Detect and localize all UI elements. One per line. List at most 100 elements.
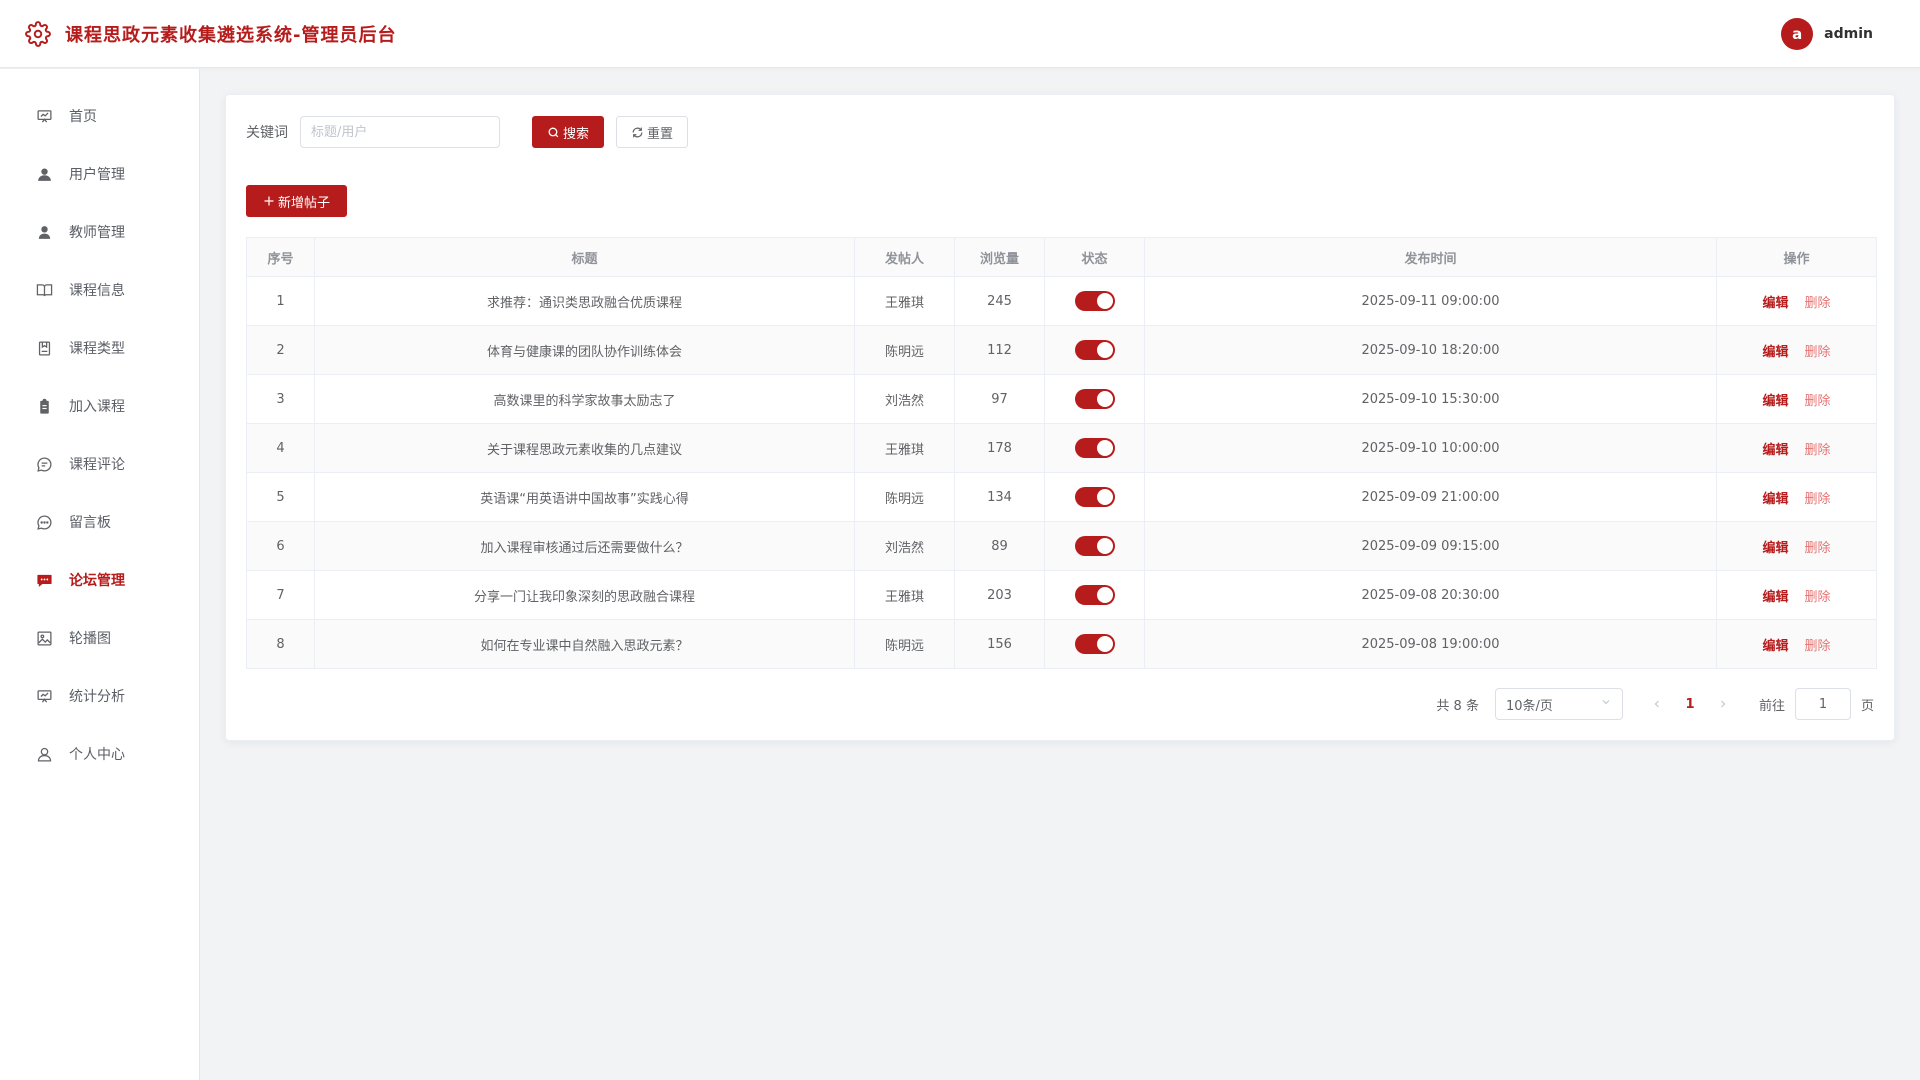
status-toggle[interactable] [1074, 634, 1115, 654]
toggle-knob [1096, 342, 1113, 358]
cell-title: 分享一门让我印象深刻的思政融合课程 [314, 570, 855, 620]
cell-views: 112 [954, 325, 1045, 375]
user-icon [36, 224, 53, 241]
edit-button[interactable]: 编辑 [1762, 639, 1788, 654]
cell-no: 2 [246, 325, 315, 375]
sidebar-item-label: 课程评论 [69, 457, 125, 473]
column-header: 标题 [314, 237, 855, 277]
username[interactable]: admin [1824, 26, 1873, 42]
sidebar-item-label: 首页 [69, 109, 97, 125]
sidebar-item-label: 用户管理 [69, 167, 125, 183]
table-row: 6 加入课程审核通过后还需要做什么？ 刘浩然 89 2025-09-09 09:15:0… [246, 521, 1877, 571]
goto-page-input[interactable] [1794, 688, 1851, 720]
sidebar-item-statistics[interactable]: 统计分析 [0, 667, 199, 725]
delete-button[interactable]: 删除 [1805, 492, 1831, 507]
cell-no: 4 [246, 423, 315, 473]
column-header: 序号 [246, 237, 315, 277]
delete-button[interactable]: 删除 [1805, 296, 1831, 311]
prev-page-button[interactable] [1645, 698, 1669, 710]
toggle-knob [1096, 636, 1113, 652]
column-header: 状态 [1044, 237, 1145, 277]
column-header: 发布时间 [1144, 237, 1717, 277]
sidebar-item-join-course[interactable]: 加入课程 [0, 377, 199, 435]
cell-title: 求推荐：通识类思政融合优质课程 [314, 276, 855, 326]
cell-author: 王雅琪 [854, 276, 955, 326]
edit-button[interactable]: 编辑 [1762, 541, 1788, 556]
toggle-knob [1096, 538, 1113, 554]
sidebar-item-label: 加入课程 [69, 399, 125, 415]
cell-time: 2025-09-10 18:20:00 [1144, 325, 1717, 375]
delete-button[interactable]: 删除 [1805, 639, 1831, 654]
sidebar-item-home[interactable]: 首页 [0, 87, 199, 145]
cell-views: 97 [954, 374, 1045, 424]
sidebar-item-message-board[interactable]: 留言板 [0, 493, 199, 551]
page-number-current[interactable]: 1 [1669, 697, 1711, 712]
sidebar-item-course-type[interactable]: 课程类型 [0, 319, 199, 377]
delete-button[interactable]: 删除 [1805, 541, 1831, 556]
picture-icon [36, 630, 53, 647]
edit-button[interactable]: 编辑 [1762, 296, 1788, 311]
cell-status [1044, 374, 1145, 424]
table-header-row: 序号 标题 发帖人 浏览量 状态 发布时间 操作 [246, 237, 1877, 277]
next-page-button[interactable] [1711, 698, 1735, 710]
sidebar-item-profile[interactable]: 个人中心 [0, 725, 199, 783]
app-header: 课程思政元素收集遴选系统-管理员后台 a admin [0, 0, 1920, 68]
search-button[interactable]: 搜索 [532, 116, 605, 148]
edit-button[interactable]: 编辑 [1762, 394, 1788, 409]
status-toggle[interactable] [1074, 536, 1115, 556]
cell-status [1044, 521, 1145, 571]
delete-button[interactable]: 删除 [1805, 590, 1831, 605]
table-row: 8 如何在专业课中自然融入思政元素？ 陈明远 156 2025-09-08 19:00:… [246, 619, 1877, 669]
cell-author: 陈明远 [854, 619, 955, 669]
status-toggle[interactable] [1074, 438, 1115, 458]
chat-filled-icon [36, 572, 53, 589]
sidebar-item-label: 统计分析 [69, 689, 125, 705]
keyword-input[interactable] [300, 116, 500, 148]
add-post-label: 新增帖子 [278, 195, 331, 211]
cell-no: 1 [246, 276, 315, 326]
cell-no: 7 [246, 570, 315, 620]
cell-views: 245 [954, 276, 1045, 326]
status-toggle[interactable] [1074, 585, 1115, 605]
book-open-icon [36, 282, 53, 299]
status-toggle[interactable] [1074, 487, 1115, 507]
refresh-icon [631, 126, 644, 139]
status-toggle[interactable] [1074, 291, 1115, 311]
sidebar-item-teachers[interactable]: 教师管理 [0, 203, 199, 261]
cell-views: 203 [954, 570, 1045, 620]
delete-button[interactable]: 删除 [1805, 443, 1831, 458]
cell-author: 刘浩然 [854, 521, 955, 571]
cell-time: 2025-09-08 20:30:00 [1144, 570, 1717, 620]
delete-button[interactable]: 删除 [1805, 345, 1831, 360]
edit-button[interactable]: 编辑 [1762, 345, 1788, 360]
delete-button[interactable]: 删除 [1805, 394, 1831, 409]
plus-icon [263, 195, 275, 207]
column-header: 发帖人 [854, 237, 955, 277]
status-toggle[interactable] [1074, 340, 1115, 360]
edit-button[interactable]: 编辑 [1762, 492, 1788, 507]
chevron-right-icon [1721, 700, 1726, 708]
presentation-icon [36, 688, 53, 705]
sidebar-item-users[interactable]: 用户管理 [0, 145, 199, 203]
sidebar-item-forum[interactable]: 论坛管理 [0, 551, 199, 609]
sidebar-item-carousel[interactable]: 轮播图 [0, 609, 199, 667]
cell-actions: 编辑 删除 [1716, 619, 1877, 669]
avatar[interactable]: a [1781, 17, 1814, 50]
add-post-button[interactable]: 新增帖子 [246, 185, 348, 217]
edit-button[interactable]: 编辑 [1762, 443, 1788, 458]
total-count: 共 8 条 [1436, 698, 1479, 714]
sidebar-item-course-comments[interactable]: 课程评论 [0, 435, 199, 493]
cell-no: 5 [246, 472, 315, 522]
table-row: 1 求推荐：通识类思政融合优质课程 王雅琪 245 2025-09-11 09:00:0… [246, 276, 1877, 326]
edit-button[interactable]: 编辑 [1762, 590, 1788, 605]
user-menu[interactable]: a admin [1781, 17, 1873, 50]
page-size-select[interactable]: 10条/页 [1494, 688, 1623, 720]
sidebar-item-label: 教师管理 [69, 225, 125, 241]
cell-actions: 编辑 删除 [1716, 472, 1877, 522]
reset-button[interactable]: 重置 [616, 116, 689, 148]
table-row: 7 分享一门让我印象深刻的思政融合课程 王雅琪 203 2025-09-08 20:30… [246, 570, 1877, 620]
sidebar: 首页 用户管理 教师管理 课程信息 课程类型 加入课程 课程评论 留言板 论坛管… [0, 69, 200, 1080]
sidebar-item-course-info[interactable]: 课程信息 [0, 261, 199, 319]
keyword-label: 关键词 [246, 125, 288, 141]
status-toggle[interactable] [1074, 389, 1115, 409]
